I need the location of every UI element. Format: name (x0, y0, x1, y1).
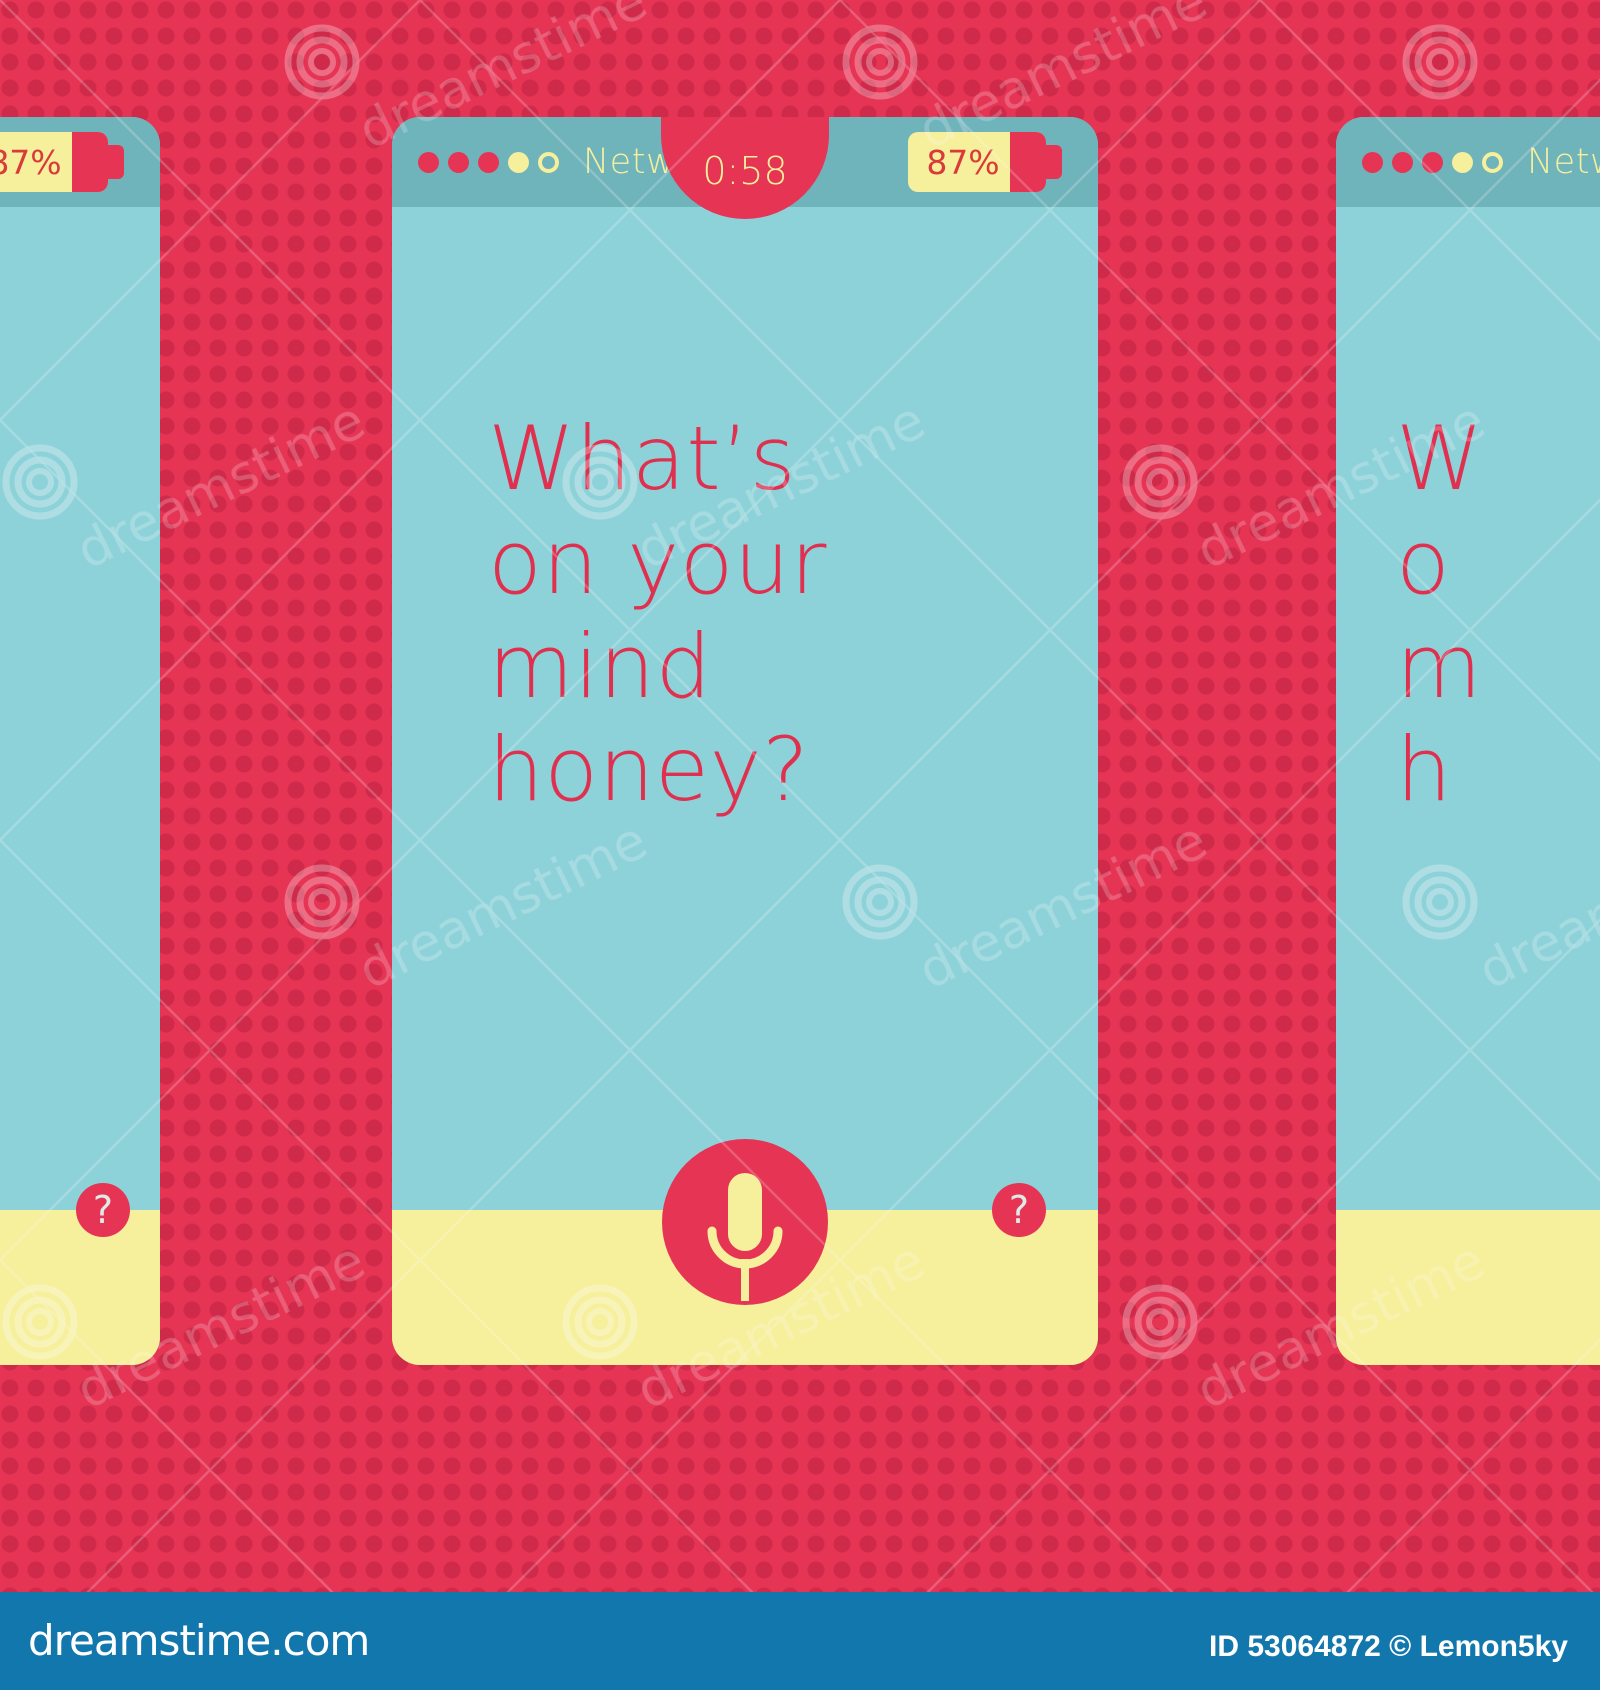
battery-empty-fill (1010, 132, 1046, 192)
bottom-bar-left (0, 1210, 160, 1365)
signal-dot-5 (538, 151, 559, 173)
dreamstime-footer: dreamstime.com ID 53064872 © Lemon5ky (0, 1592, 1600, 1690)
battery-body: 87% (908, 132, 1046, 192)
bottom-bar-right (1336, 1210, 1600, 1365)
status-bar-right: Network (1336, 117, 1600, 207)
call-timer-badge: 0:58 (661, 117, 829, 219)
phone-mockup-left: 87% ? (0, 117, 160, 1365)
prompt-line-4: honey? (488, 718, 810, 822)
signal-dot-5 (1482, 151, 1503, 173)
signal-dots-icon-right (1362, 151, 1503, 173)
signal-dot-3 (1422, 151, 1443, 173)
carrier-label-right: Network (1527, 142, 1600, 182)
status-bar: Network 0:58 87% (392, 117, 1098, 219)
page-title: What’s on your mind honey? (488, 407, 1038, 822)
signal-dot-2 (1392, 151, 1413, 173)
question-mark-icon: ? (1008, 1188, 1030, 1232)
signal-dot-1 (1362, 151, 1383, 173)
help-button-left[interactable]: ? (76, 1183, 130, 1237)
call-timer-label: 0:58 (702, 149, 788, 193)
battery-indicator: 87% (908, 132, 1062, 192)
prompt-line-3: mind (488, 614, 712, 718)
prompt-line-2: on your (488, 510, 827, 614)
battery-empty-fill (72, 132, 108, 192)
battery-body: 87% (0, 132, 108, 192)
battery-indicator-left: 87% (0, 132, 124, 192)
battery-cap-icon (107, 145, 124, 179)
page-title-right: W o m h (1396, 407, 1600, 822)
screen-area: What’s on your mind honey? (392, 207, 1098, 1210)
signal-dot-1 (418, 151, 439, 173)
signal-dot-3 (478, 151, 499, 173)
prompt-line-4: h (1396, 718, 1453, 822)
phone-mockup-right: Network W o m h (1336, 117, 1600, 1365)
microphone-icon (707, 1173, 783, 1301)
dreamstime-logo-text: dreamstime.com (28, 1616, 370, 1665)
signal-dot-4 (508, 151, 529, 173)
screen-area-left (0, 207, 160, 1210)
prompt-line-1: W (1396, 407, 1484, 510)
microphone-button[interactable] (662, 1139, 828, 1305)
battery-cap-icon (1045, 145, 1062, 179)
battery-percent-label: 87% (0, 142, 62, 182)
status-bar-left: 87% (0, 117, 160, 207)
prompt-line-2: o (1396, 510, 1451, 614)
signal-dot-2 (448, 151, 469, 173)
dreamstime-logo: dreamstime.com (28, 1616, 370, 1665)
prompt-line-1: What’s (488, 407, 797, 510)
help-button[interactable]: ? (992, 1183, 1046, 1237)
signal-dots-icon (418, 151, 559, 173)
question-mark-icon: ? (92, 1188, 114, 1232)
image-id-label: ID 53064872 © Lemon5ky (1209, 1630, 1568, 1663)
screen-area-right: W o m h (1336, 207, 1600, 1210)
phone-mockup-center: Network 0:58 87% What’s on your mind hon… (392, 117, 1098, 1365)
battery-percent-label: 87% (926, 142, 1000, 182)
signal-dot-4 (1452, 151, 1473, 173)
prompt-line-3: m (1396, 614, 1483, 718)
